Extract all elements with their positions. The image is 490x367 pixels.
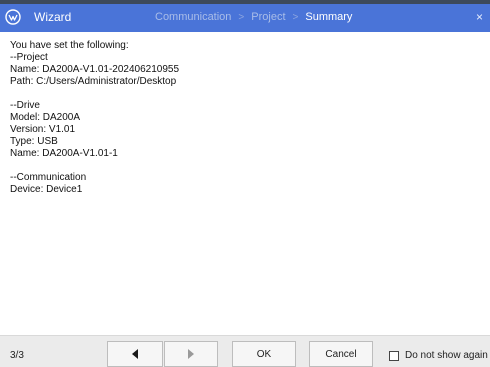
summary-line: Type: USB	[10, 136, 58, 147]
summary-line: --Drive	[10, 100, 40, 111]
summary-line: Device: Device1	[10, 184, 83, 195]
do-not-show-again-label: Do not show again	[405, 350, 488, 361]
do-not-show-again-checkbox[interactable]	[389, 350, 399, 361]
summary-line: Version: V1.01	[10, 124, 76, 135]
do-not-show-again-option[interactable]: Do not show again	[389, 350, 488, 361]
ok-button[interactable]: OK	[232, 341, 296, 367]
dialog-header: Wizard Communication > Project > Summary…	[0, 4, 490, 32]
summary-line: Name: DA200A-V1.01-1	[10, 148, 118, 159]
page-indicator: 3/3	[10, 350, 24, 361]
close-icon[interactable]: ×	[476, 9, 490, 25]
dialog-footer: 3/3 OK Cancel Do not show again	[0, 335, 490, 367]
previous-button[interactable]	[107, 341, 163, 367]
summary-spacer	[10, 88, 480, 100]
cancel-button[interactable]: Cancel	[309, 341, 373, 367]
summary-text: You have set the following: --Project Na…	[10, 40, 480, 196]
step-breadcrumb: Communication > Project > Summary	[155, 11, 352, 23]
step-separator-icon: >	[292, 11, 299, 23]
arrow-left-icon	[132, 349, 138, 359]
dialog-title: Wizard	[34, 10, 72, 24]
step-separator-icon: >	[238, 11, 245, 23]
step-communication: Communication	[155, 11, 232, 23]
summary-line: Path: C:/Users/Administrator/Desktop	[10, 76, 177, 87]
next-button[interactable]	[164, 341, 218, 367]
summary-line: --Project	[10, 52, 48, 63]
step-project: Project	[251, 11, 286, 23]
summary-line: You have set the following:	[10, 40, 129, 51]
summary-line: Name: DA200A-V1.01-202406210955	[10, 64, 180, 75]
summary-spacer	[10, 160, 480, 172]
step-summary: Summary	[305, 11, 353, 23]
arrow-right-icon	[188, 349, 194, 359]
summary-line: --Communication	[10, 172, 87, 183]
wizard-app-icon	[5, 9, 21, 25]
summary-line: Model: DA200A	[10, 112, 81, 123]
